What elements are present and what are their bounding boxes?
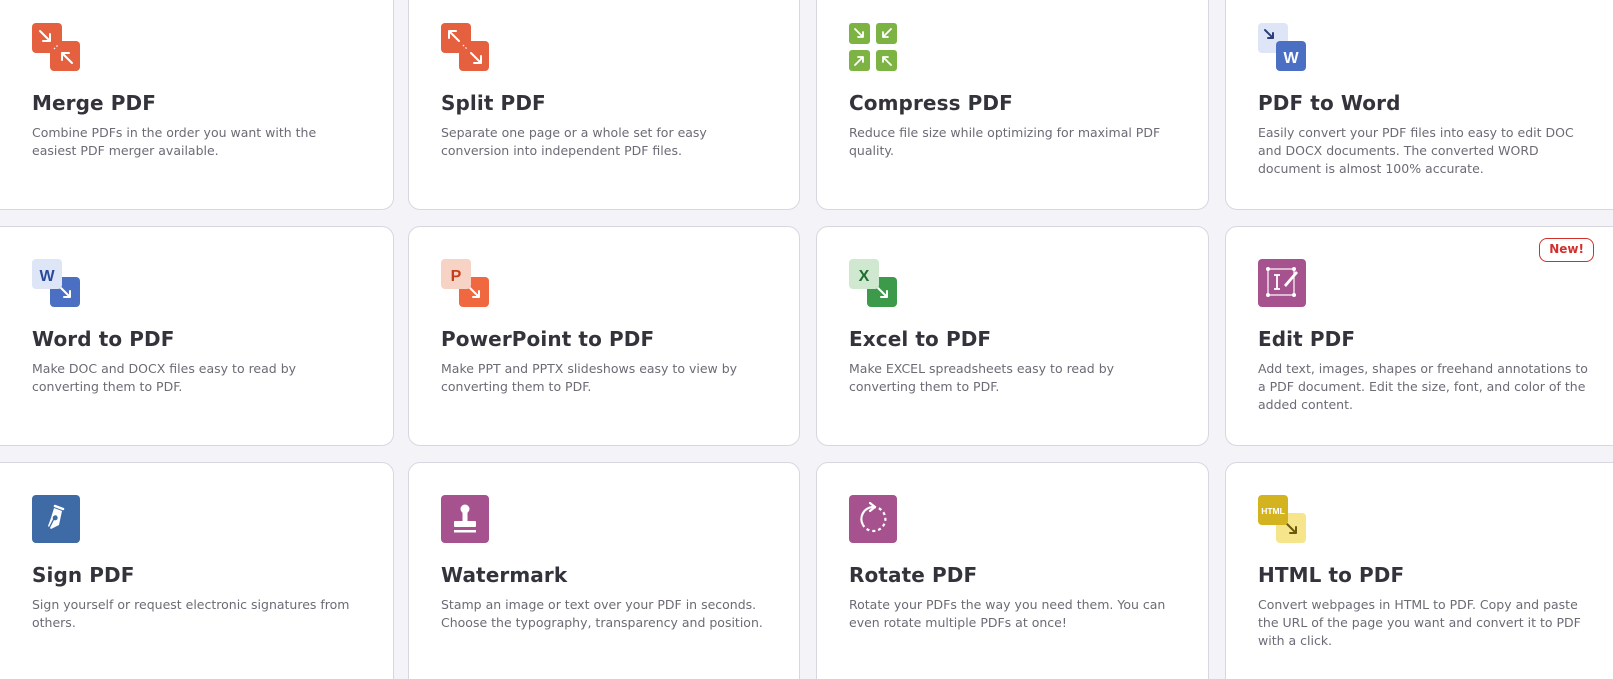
- new-badge: New!: [1539, 238, 1594, 262]
- tool-card-powerpoint-to-pdf[interactable]: P PowerPoint to PDF Make PPT and PPTX sl…: [408, 226, 800, 446]
- rotate-icon: [849, 495, 897, 543]
- tool-description: Rotate your PDFs the way you need them. …: [849, 597, 1166, 630]
- compress-arrows-icon: [849, 23, 897, 71]
- tool-card-html-to-pdf[interactable]: HTML HTML to PDF Convert webpages in HTM…: [1225, 462, 1613, 679]
- tool-title: Rotate PDF: [849, 563, 978, 587]
- tool-card-word-to-pdf[interactable]: W Word to PDF Make DOC and DOCX files ea…: [0, 226, 394, 446]
- merge-arrows-icon: [32, 23, 80, 71]
- tool-card-pdf-to-word[interactable]: W PDF to Word Easily convert your PDF fi…: [1225, 0, 1613, 210]
- tool-title: Merge PDF: [32, 91, 156, 115]
- tool-card-rotate-pdf[interactable]: Rotate PDF Rotate your PDFs the way you …: [816, 462, 1209, 679]
- tool-title: Word to PDF: [32, 327, 175, 351]
- tool-title: Split PDF: [441, 91, 546, 115]
- tool-title: Edit PDF: [1258, 327, 1356, 351]
- tool-title: Excel to PDF: [849, 327, 992, 351]
- svg-text:HTML: HTML: [1261, 506, 1285, 516]
- tool-description: Reduce file size while optimizing for ma…: [849, 125, 1161, 158]
- svg-text:W: W: [39, 268, 55, 285]
- tool-description: Stamp an image or text over your PDF in …: [441, 597, 763, 630]
- tool-title: PowerPoint to PDF: [441, 327, 655, 351]
- svg-text:X: X: [859, 268, 870, 285]
- tool-description: Make DOC and DOCX files easy to read by …: [32, 361, 297, 394]
- tool-description: Add text, images, shapes or freehand ann…: [1258, 361, 1588, 412]
- pdf-to-word-icon: W: [1258, 23, 1306, 71]
- pen-nib-icon: [32, 495, 80, 543]
- tool-title: Compress PDF: [849, 91, 1013, 115]
- tool-description: Convert webpages in HTML to PDF. Copy an…: [1258, 597, 1581, 648]
- tool-description: Sign yourself or request electronic sign…: [32, 597, 350, 630]
- tool-title: Watermark: [441, 563, 568, 587]
- tool-card-excel-to-pdf[interactable]: X Excel to PDF Make EXCEL spreadsheets e…: [816, 226, 1209, 446]
- svg-text:P: P: [451, 268, 462, 285]
- tool-card-edit-pdf[interactable]: New! Edit PDF Add text, images, shapes o…: [1225, 226, 1613, 446]
- tool-card-sign-pdf[interactable]: Sign PDF Sign yourself or request electr…: [0, 462, 394, 679]
- svg-text:W: W: [1283, 50, 1299, 67]
- html-to-pdf-icon: HTML: [1258, 495, 1306, 543]
- tool-description: Make PPT and PPTX slideshows easy to vie…: [441, 361, 738, 394]
- tool-card-split-pdf[interactable]: Split PDF Separate one page or a whole s…: [408, 0, 800, 210]
- tool-card-merge-pdf[interactable]: Merge PDF Combine PDFs in the order you …: [0, 0, 394, 210]
- split-arrows-icon: [441, 23, 489, 71]
- tools-grid: Merge PDF Combine PDFs in the order you …: [0, 0, 1613, 679]
- stamp-icon: [441, 495, 489, 543]
- tool-description: Easily convert your PDF files into easy …: [1258, 125, 1574, 176]
- tool-card-compress-pdf[interactable]: Compress PDF Reduce file size while opti…: [816, 0, 1209, 210]
- tool-description: Combine PDFs in the order you want with …: [32, 125, 317, 158]
- tool-title: PDF to Word: [1258, 91, 1401, 115]
- tool-description: Make EXCEL spreadsheets easy to read by …: [849, 361, 1115, 394]
- tool-description: Separate one page or a whole set for eas…: [441, 125, 707, 158]
- excel-to-pdf-icon: X: [849, 259, 897, 307]
- tool-title: Sign PDF: [32, 563, 135, 587]
- edit-pdf-icon: [1258, 259, 1306, 307]
- tool-title: HTML to PDF: [1258, 563, 1405, 587]
- word-to-pdf-icon: W: [32, 259, 80, 307]
- powerpoint-to-pdf-icon: P: [441, 259, 489, 307]
- tool-card-watermark[interactable]: Watermark Stamp an image or text over yo…: [408, 462, 800, 679]
